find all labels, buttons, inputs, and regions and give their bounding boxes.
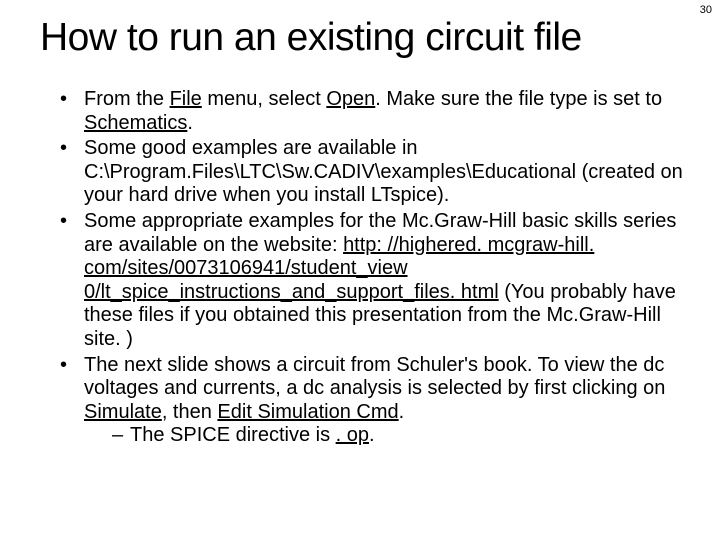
page-number: 30 (700, 4, 712, 16)
list-item: Some appropriate examples for the Mc.Gra… (64, 210, 690, 352)
list-item: From the File menu, select Open. Make su… (64, 88, 690, 135)
text: . (369, 424, 375, 446)
bullet-list: From the File menu, select Open. Make su… (40, 88, 690, 448)
text: The next slide shows a circuit from Schu… (84, 354, 665, 400)
underline-op: . op (336, 424, 369, 446)
underline-file: File (170, 88, 202, 110)
underline-simulate: Simulate (84, 401, 162, 423)
text: menu, select (202, 88, 327, 110)
sub-list-item: The SPICE directive is . op. (112, 424, 690, 448)
text: . Make sure the file type is set to (375, 88, 662, 110)
text: From the (84, 88, 170, 110)
underline-edit-sim-cmd: Edit Simulation Cmd (217, 401, 398, 423)
underline-open: Open (326, 88, 375, 110)
underline-schematics: Schematics (84, 112, 187, 134)
text: The SPICE directive is (130, 424, 336, 446)
list-item: The next slide shows a circuit from Schu… (64, 354, 690, 448)
text: . (187, 112, 193, 134)
sub-list: The SPICE directive is . op. (84, 424, 690, 448)
text: , then (162, 401, 218, 423)
slide-title: How to run an existing circuit file (40, 16, 690, 60)
text: . (399, 401, 405, 423)
list-item: Some good examples are available in C:\P… (64, 137, 690, 208)
